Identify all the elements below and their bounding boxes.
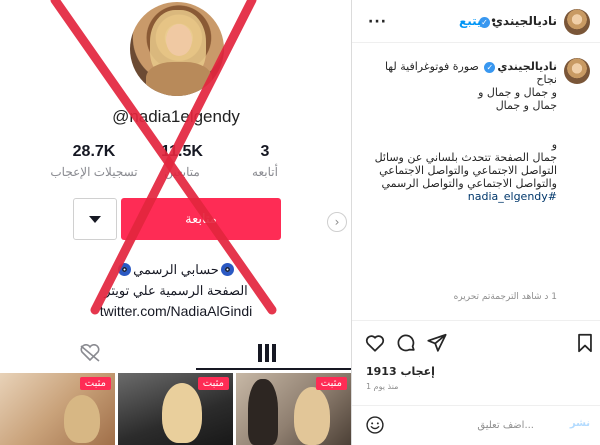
active-tab-indicator <box>196 368 351 370</box>
bio-page-line: الصفحة الرسمية علي تويتر <box>0 283 351 299</box>
pinned-badge: مثبت <box>79 377 111 390</box>
tiktok-likes-stat: 28.7K تسجيلات الإعجاب <box>50 143 138 179</box>
tiktok-handle: @nadia1elgendy <box>112 107 240 126</box>
caption-author-avatar[interactable] <box>564 58 590 84</box>
caption-line: والتواصل الاجتماعي والتواصل الرسمي <box>381 177 557 190</box>
caption-line: جمال الصفحة تتحدث بلساني عن وسائل <box>374 151 557 164</box>
bio-page-text: الصفحة الرسمية علي تويتر <box>104 283 248 298</box>
bio-twitter-link: twitter.com/NadiaAlGindi <box>99 303 253 319</box>
caption-line: التواصل الاجتماعي والتواصل الاجتماعي <box>379 164 557 177</box>
chevron-right-icon: › <box>334 215 340 229</box>
tiktok-dropdown-button <box>73 198 117 240</box>
evil-eye-icon <box>220 263 234 276</box>
following-count: 3 <box>260 143 270 160</box>
post-caption-block: ناديالجيندي✓ صورة فوتوغرافية لها نجاح و … <box>352 52 600 312</box>
post-details-panel: ✓ ناديالجيندي • يتبع ··· ناديالجيندي✓ صور… <box>352 0 600 445</box>
video-thumbnail: مثبت <box>0 373 115 445</box>
author-avatar[interactable] <box>564 9 590 35</box>
caption-line: و جمال و جمال و <box>478 86 557 99</box>
tiktok-following-stat: 3 أتابعه <box>240 143 290 179</box>
share-icon[interactable] <box>426 332 448 354</box>
bookmark-icon[interactable] <box>574 332 596 354</box>
caret-down-icon <box>89 215 101 223</box>
caption-hashtag[interactable]: #nadia_elgendy <box>362 190 557 203</box>
evil-eye-icon <box>118 263 132 276</box>
emoji-icon[interactable] <box>365 415 385 435</box>
next-media-button[interactable]: › <box>327 212 347 232</box>
caption-username[interactable]: ناديالجيندي✓ <box>482 60 557 73</box>
more-horizontal-icon[interactable]: ··· <box>368 14 387 30</box>
caption-line: و <box>551 138 557 151</box>
separator-dot: • <box>490 14 498 28</box>
post-actions <box>352 330 600 358</box>
video-thumbnail: مثبت <box>118 373 233 445</box>
verified-badge-icon: ✓ <box>484 62 496 73</box>
bio-official-text: حسابي الرسمي <box>133 262 219 277</box>
caption-meta[interactable]: 1 د شاهد الترجمةتم تحريره <box>362 292 557 302</box>
bio-official-line: حسابي الرسمي <box>0 262 351 278</box>
post-timestamp[interactable]: منذ يوم 1 <box>366 382 398 391</box>
liked-videos-tab-icon <box>80 344 100 362</box>
tiktok-profile-avatar <box>130 2 224 96</box>
post-media[interactable]: @nadia1elgendy 28.7K تسجيلات الإعجاب 11.… <box>0 0 352 445</box>
followers-label: متابعين <box>164 165 200 179</box>
caption-line: جمال و جمال <box>495 99 557 112</box>
pinned-badge: مثبت <box>315 377 347 390</box>
followers-count: 11.5K <box>161 143 203 160</box>
post-caption: ناديالجيندي✓ صورة فوتوغرافية لها نجاح و … <box>362 60 557 203</box>
caption-line: ناديالجيندي✓ صورة فوتوغرافية لها نجاح <box>384 60 557 86</box>
videos-tab-icon <box>258 344 276 362</box>
comment-icon[interactable] <box>395 332 417 354</box>
likes-count[interactable]: إعجاب 1913 <box>366 365 435 378</box>
follow-button[interactable]: يتبع <box>459 14 482 28</box>
tiktok-follow-button: متابعة <box>121 198 281 240</box>
comment-bar: نشر <box>352 405 600 445</box>
comment-input[interactable] <box>394 416 534 434</box>
video-thumbnail: مثبت <box>236 373 351 445</box>
likes-label: تسجيلات الإعجاب <box>50 165 138 179</box>
heart-icon[interactable] <box>364 332 386 354</box>
likes-count: 28.7K <box>72 143 116 160</box>
tiktok-followers-stat: 11.5K متابعين <box>142 143 222 179</box>
following-label: أتابعه <box>252 165 278 179</box>
post-header: ✓ ناديالجيندي • يتبع ··· <box>352 0 600 43</box>
divider <box>352 320 600 321</box>
pinned-badge: مثبت <box>197 377 229 390</box>
author-username[interactable]: ✓ ناديالجيندي <box>477 14 557 28</box>
post-comment-button[interactable]: نشر <box>570 418 590 429</box>
